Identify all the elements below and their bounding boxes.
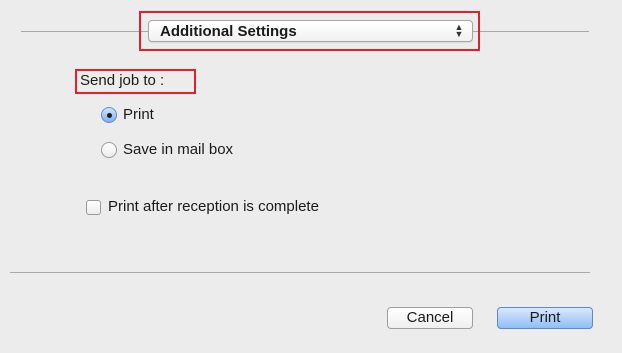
top-right-separator: [473, 31, 589, 32]
bottom-separator: [10, 272, 590, 273]
settings-popup-button[interactable]: Additional Settings ▲ ▼: [148, 20, 473, 42]
print-button[interactable]: Print: [497, 307, 593, 329]
popup-label: Additional Settings: [160, 23, 297, 40]
send-job-label: Send job to :: [80, 72, 165, 89]
radio-option-print[interactable]: Print: [101, 106, 154, 124]
radio-dot-icon: [107, 113, 112, 118]
radio-option-mailbox[interactable]: Save in mail box: [101, 141, 233, 159]
updown-arrows-icon: ▲ ▼: [454, 22, 464, 39]
radio-label-mailbox: Save in mail box: [123, 141, 234, 158]
checkbox[interactable]: [86, 199, 101, 215]
top-left-separator: [21, 31, 148, 32]
radio-button-unselected[interactable]: [101, 142, 117, 158]
radio-label-print: Print: [123, 106, 154, 123]
checkbox-row[interactable]: Print after reception is complete: [86, 198, 319, 216]
radio-button-selected[interactable]: [101, 107, 117, 123]
checkbox-label: Print after reception is complete: [108, 198, 319, 215]
cancel-button[interactable]: Cancel: [387, 307, 473, 329]
print-dialog-panel: Additional Settings ▲ ▼ Send job to : Pri…: [0, 0, 622, 353]
